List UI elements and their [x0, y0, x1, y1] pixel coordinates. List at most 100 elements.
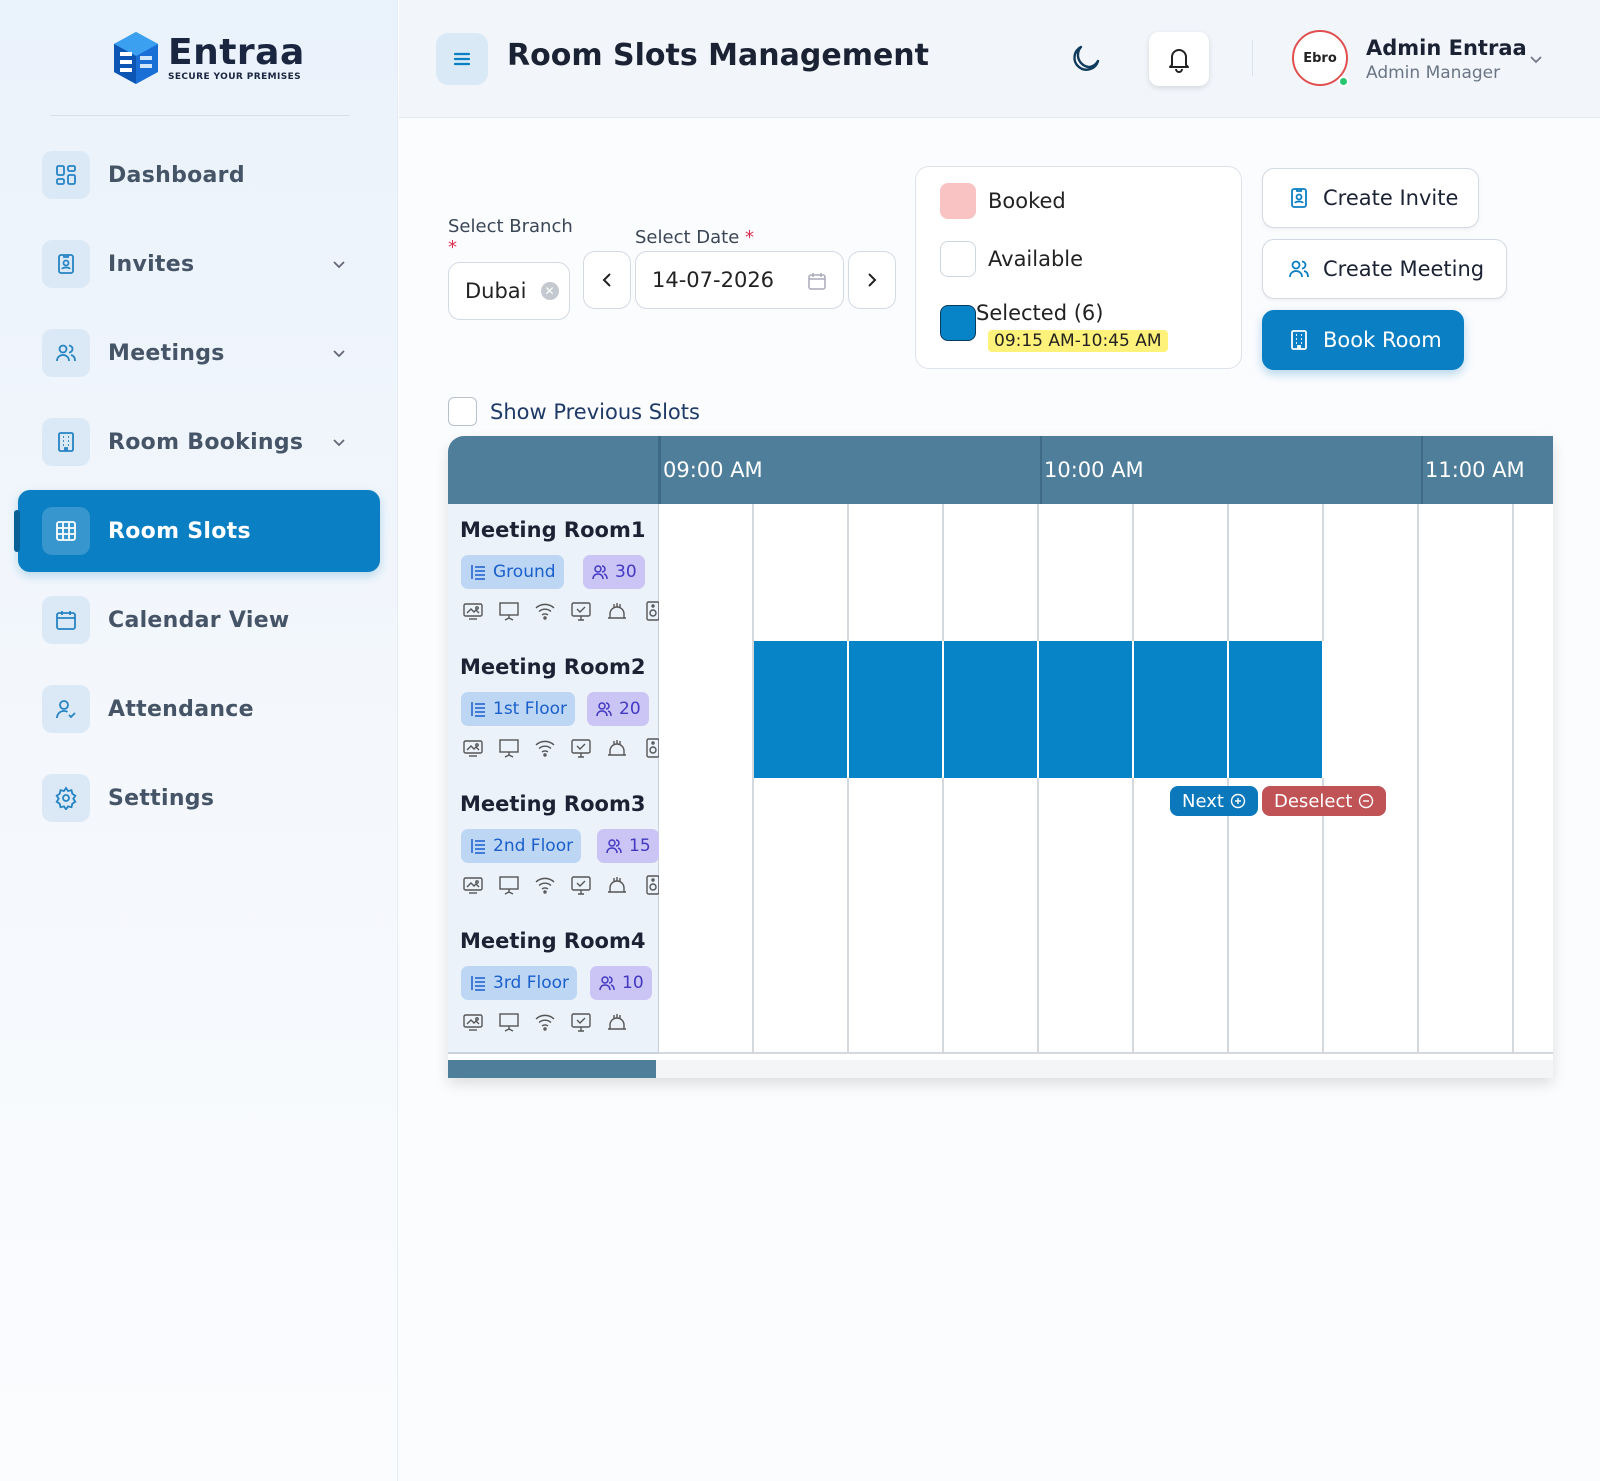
slot-cell[interactable]	[754, 778, 849, 917]
slot-cell[interactable]	[944, 778, 1039, 917]
show-previous-checkbox[interactable]	[448, 397, 477, 426]
slot-cell[interactable]	[849, 778, 944, 917]
clear-icon[interactable]: ✕	[540, 282, 559, 300]
show-previous-label[interactable]: Show Previous Slots	[490, 400, 700, 424]
users-icon	[1289, 260, 1309, 278]
sidebar-divider	[50, 115, 350, 116]
floor-list-icon	[471, 702, 485, 717]
id-badge-icon	[42, 240, 90, 288]
calendar-icon[interactable]	[807, 271, 827, 291]
sidebar-item-meetings[interactable]: Meetings	[18, 312, 380, 394]
slot-cell[interactable]	[1419, 504, 1514, 643]
logo-cube-icon	[114, 32, 158, 84]
sidebar-item-label: Dashboard	[108, 162, 245, 188]
gear-icon	[42, 774, 90, 822]
next-date-button[interactable]	[848, 251, 896, 309]
moon-icon[interactable]	[1066, 40, 1102, 76]
slot-cell[interactable]	[944, 504, 1039, 643]
menu-toggle-button[interactable]	[436, 33, 488, 85]
room-header: Meeting Room3 2nd Floor 15	[448, 778, 660, 917]
create-meeting-button[interactable]: Create Meeting	[1262, 239, 1507, 299]
branch-select[interactable]: Dubai ✕	[448, 262, 570, 320]
branch-label: Select Branch *	[448, 216, 573, 258]
capacity-value: 15	[629, 836, 651, 856]
create-invite-button[interactable]: Create Invite	[1262, 168, 1479, 228]
users-icon	[606, 839, 622, 854]
floor-chip: Ground	[461, 555, 564, 589]
slot-cell[interactable]	[659, 778, 754, 917]
slot-cell-selected[interactable]	[754, 641, 849, 780]
notifications-button[interactable]	[1149, 32, 1209, 86]
slot-cell[interactable]	[1229, 504, 1324, 643]
slot-cell[interactable]	[1514, 641, 1553, 780]
slot-cell[interactable]	[1134, 915, 1229, 1054]
slot-cell[interactable]	[1514, 504, 1553, 643]
user-role: Admin Manager	[1366, 63, 1501, 83]
next-button[interactable]: Next	[1170, 786, 1258, 816]
sidebar-item-room-slots[interactable]: Room Slots	[14, 490, 380, 572]
capacity-chip: 15	[597, 829, 659, 863]
sidebar-item-invites[interactable]: Invites	[18, 223, 380, 305]
booked-swatch	[940, 183, 976, 219]
minus-circle-icon	[1359, 793, 1374, 809]
required-mark: *	[745, 227, 755, 248]
slot-cell[interactable]	[1039, 504, 1134, 643]
slot-cell[interactable]	[659, 641, 754, 780]
capacity-chip: 20	[587, 692, 649, 726]
slot-legend: Booked Available Selected (6) 09:15 AM-1…	[915, 166, 1242, 369]
slot-cell-selected[interactable]	[1039, 641, 1134, 780]
wifi-icon	[534, 1011, 556, 1033]
legend-booked-label: Booked	[988, 189, 1066, 213]
app-logo[interactable]: Entraa SECURE YOUR PREMISES	[110, 30, 305, 86]
date-input[interactable]: 14-07-2026	[635, 251, 844, 309]
slot-cell[interactable]	[1419, 778, 1514, 917]
floor-label: 1st Floor	[493, 699, 568, 719]
top-header: Room Slots Management Ebro Admin Entraa …	[399, 0, 1600, 118]
sidebar-item-room-bookings[interactable]: Room Bookings	[18, 401, 380, 483]
sidebar-item-calendar-view[interactable]: Calendar View	[18, 579, 380, 661]
sidebar-item-dashboard[interactable]: Dashboard	[18, 134, 380, 216]
slot-cell[interactable]	[849, 915, 944, 1054]
floor-chip: 1st Floor	[461, 692, 576, 726]
sidebar-nav: Dashboard Invites Meetings Room Bookings	[14, 134, 380, 846]
slot-cell[interactable]	[1134, 504, 1229, 643]
slot-cell[interactable]	[754, 504, 849, 643]
slot-cell[interactable]	[849, 504, 944, 643]
legend-booked: Booked	[940, 183, 1066, 219]
slot-cell[interactable]	[1514, 915, 1553, 1054]
slot-cell[interactable]	[1419, 641, 1514, 780]
slot-cell[interactable]	[1419, 915, 1514, 1054]
slot-cell[interactable]	[1039, 915, 1134, 1054]
slot-cell[interactable]	[1514, 778, 1553, 917]
deselect-button[interactable]: Deselect	[1262, 786, 1387, 816]
floor-list-icon	[471, 565, 485, 580]
slot-cell[interactable]	[1039, 778, 1134, 917]
slot-cell-selected[interactable]	[1229, 641, 1324, 780]
chevron-down-icon[interactable]	[1527, 50, 1545, 68]
slot-cell[interactable]	[659, 915, 754, 1054]
previous-date-button[interactable]	[583, 251, 631, 309]
scrollbar-thumb[interactable]	[448, 1060, 656, 1078]
floor-label: Ground	[493, 562, 556, 582]
users-icon	[599, 976, 615, 991]
slot-cell[interactable]	[659, 504, 754, 643]
slot-cell-selected[interactable]	[1134, 641, 1229, 780]
users-icon	[42, 329, 90, 377]
header-separator	[1252, 40, 1253, 76]
slot-cell[interactable]	[1324, 915, 1419, 1054]
slot-cell[interactable]	[1229, 915, 1324, 1054]
user-name[interactable]: Admin Entraa	[1366, 36, 1527, 60]
slot-cell[interactable]	[944, 915, 1039, 1054]
slot-cell-selected[interactable]	[944, 641, 1039, 780]
slot-cell[interactable]	[754, 915, 849, 1054]
slot-cell[interactable]	[1324, 641, 1419, 780]
catering-icon	[606, 737, 628, 759]
active-indicator	[14, 510, 20, 552]
slot-cell-selected[interactable]	[849, 641, 944, 780]
book-room-button[interactable]: Book Room	[1262, 310, 1464, 370]
sidebar-item-attendance[interactable]: Attendance	[18, 668, 380, 750]
slot-cell[interactable]	[1324, 504, 1419, 643]
sidebar-item-settings[interactable]: Settings	[18, 757, 380, 839]
display-icon	[570, 1011, 592, 1033]
floor-chip: 2nd Floor	[461, 829, 582, 863]
